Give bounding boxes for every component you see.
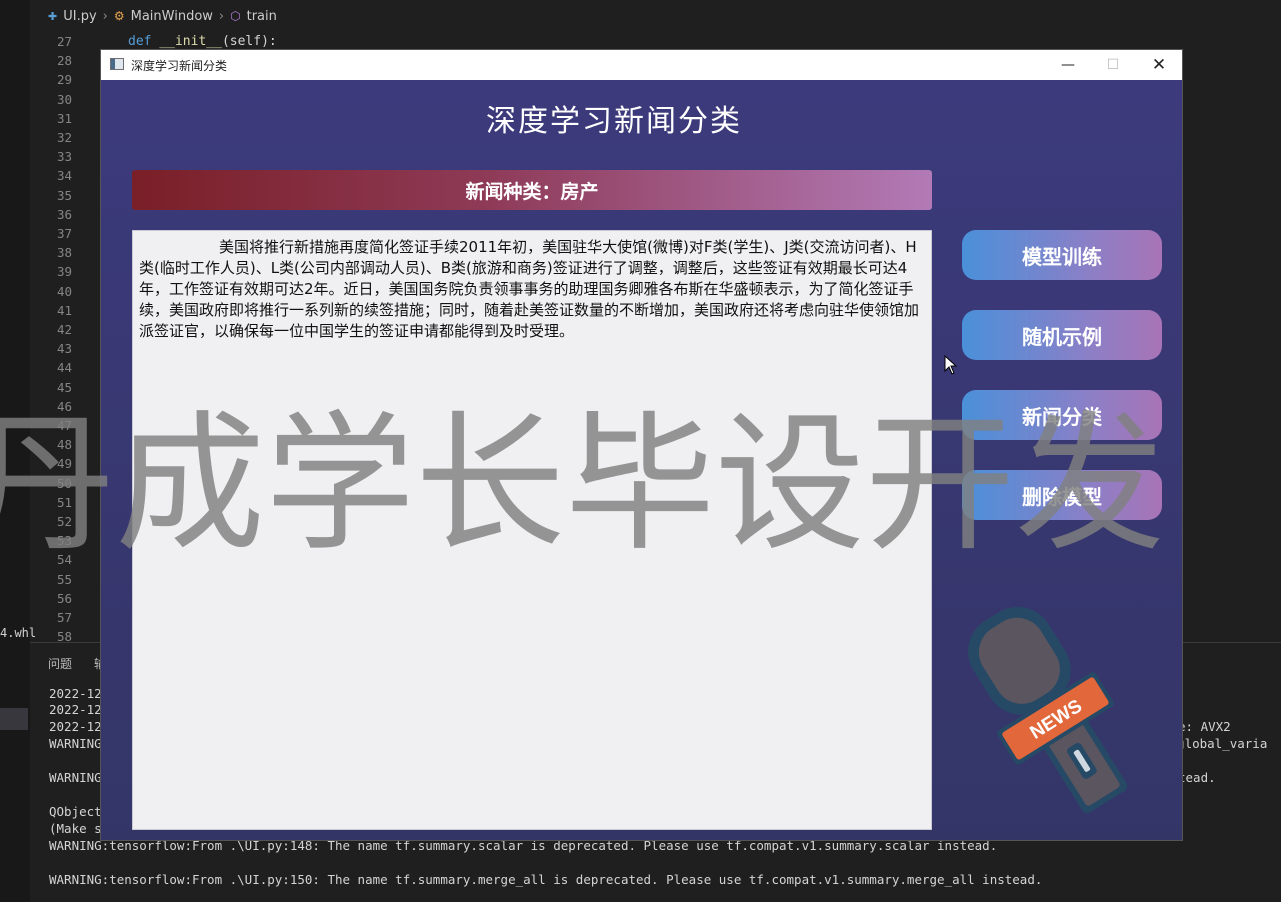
output-line-overflow: e: AVX2 [1178, 719, 1231, 734]
breadcrumb-class[interactable]: MainWindow [131, 9, 213, 24]
line-number: 47 [56, 418, 72, 433]
line-number: 45 [56, 379, 72, 395]
output-line-overflow: tead. [1178, 770, 1216, 785]
code-line[interactable]: def __init__(self): [128, 34, 277, 49]
delete-model-button[interactable]: 删除模型 [962, 470, 1162, 520]
line-number: 34 [56, 168, 72, 184]
line-number: 55 [56, 571, 72, 587]
code-function-name: __init__ [159, 34, 222, 49]
ide-activity-strip [0, 0, 30, 902]
code-keyword: def [128, 34, 152, 49]
news-microphone-icon: NEWS [968, 606, 1128, 814]
line-number: 44 [56, 360, 72, 376]
panel-tabs: 问题 输 [48, 655, 106, 672]
close-icon: ✕ [1151, 55, 1167, 75]
classify-news-button[interactable]: 新闻分类 [962, 390, 1162, 440]
output-line: WARNING:tensorflow:From .\UI.py:150: The… [49, 872, 1043, 887]
train-model-button[interactable]: 模型训练 [962, 230, 1162, 280]
line-number: 38 [56, 245, 72, 261]
category-result-label: 新闻种类：房产 [132, 170, 932, 210]
line-number: 46 [56, 398, 72, 414]
minimize-icon: — [1061, 57, 1075, 73]
window-app-icon [110, 58, 124, 70]
output-line: WARNING:tensorflow:From .\UI.py:148: The… [49, 838, 998, 853]
line-number: 29 [56, 72, 72, 88]
maximize-button[interactable]: ☐ [1090, 50, 1136, 80]
page-title: 深度学习新闻分类 [486, 104, 742, 139]
line-number: 42 [56, 322, 72, 337]
line-number: 57 [56, 610, 72, 625]
line-number: 36 [56, 206, 72, 222]
line-number: 28 [56, 53, 72, 69]
breadcrumb-file[interactable]: UI.py [63, 9, 96, 24]
news-text-area[interactable]: 美国将推行新措施再度简化签证手续2011年初，美国驻华大使馆(微博)对F类(学生… [132, 230, 932, 830]
code-rest: (self): [221, 34, 277, 49]
line-number: 41 [56, 302, 72, 318]
app-window: 深度学习新闻分类 — ☐ ✕ 深度学习新闻分类 新闻种类：房产 美国将推行新措施… [101, 50, 1182, 840]
window-title: 深度学习新闻分类 [131, 59, 228, 73]
method-icon: ⬡ [230, 9, 241, 23]
tab-problems[interactable]: 问题 [48, 655, 72, 672]
line-number: 27 [56, 34, 72, 49]
line-number: 33 [56, 149, 72, 165]
line-number: 56 [56, 590, 72, 606]
line-number: 30 [56, 91, 72, 107]
line-number: 32 [56, 130, 72, 145]
line-number: 31 [56, 110, 72, 126]
breadcrumb-method[interactable]: train [247, 9, 277, 24]
line-number: 37 [56, 226, 72, 241]
close-button[interactable]: ✕ [1136, 50, 1182, 80]
line-number: 48 [56, 437, 72, 453]
explorer-selected-row[interactable] [0, 708, 28, 730]
chevron-right-icon: › [102, 8, 108, 24]
line-number-gutter: 27 28 29 30 31 32 33 34 35 36 37 38 39 40 41 42 43 44 45 46… [30, 32, 82, 644]
random-example-button[interactable]: 随机示例 [962, 310, 1162, 360]
maximize-icon: ☐ [1106, 57, 1120, 73]
line-number: 49 [56, 456, 72, 472]
python-file-icon: ✚ [48, 9, 58, 23]
line-number: 39 [56, 264, 72, 280]
line-number: 54 [56, 552, 72, 568]
class-icon: ⚙ [113, 9, 125, 23]
line-number: 43 [56, 341, 72, 357]
line-number: 51 [56, 494, 72, 510]
breadcrumb: ✚ UI.py › ⚙ MainWindow › ⬡ train [30, 0, 1281, 32]
line-number: 35 [56, 187, 72, 203]
window-titlebar[interactable]: 深度学习新闻分类 — ☐ ✕ [101, 50, 1182, 80]
line-number: 53 [56, 533, 72, 549]
line-number: 40 [56, 283, 72, 299]
line-number: 52 [56, 514, 72, 529]
chevron-right-icon: › [218, 8, 225, 24]
mouse-cursor-icon [944, 355, 958, 375]
minimize-button[interactable]: — [1045, 50, 1091, 80]
line-number: 50 [56, 475, 72, 491]
window-content: 深度学习新闻分类 新闻种类：房产 美国将推行新措施再度简化签证手续2011年初，… [101, 80, 1182, 840]
